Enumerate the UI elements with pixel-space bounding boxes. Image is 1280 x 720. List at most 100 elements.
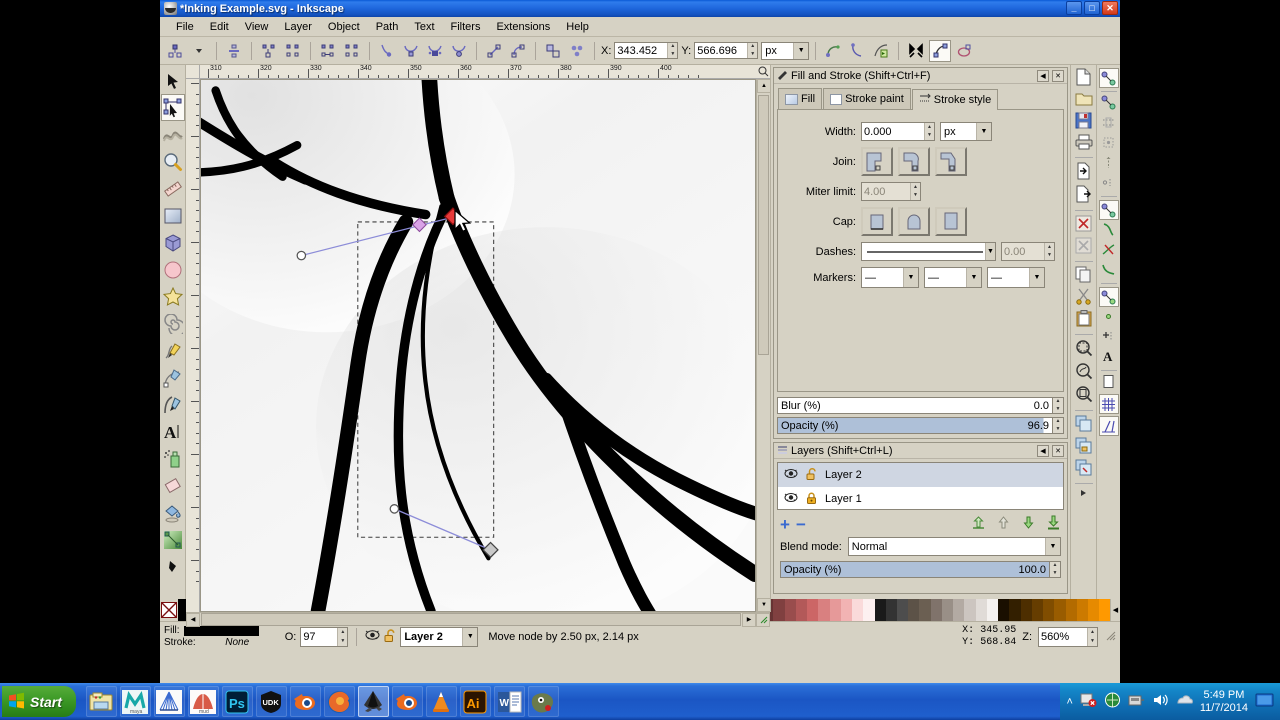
palette-swatch[interactable]: [852, 599, 863, 621]
object-to-path-icon[interactable]: [542, 40, 564, 62]
menu-filters[interactable]: Filters: [443, 19, 489, 35]
snap-rotation-center-icon[interactable]: [1101, 329, 1116, 347]
fill-color-swatch[interactable]: [184, 626, 259, 636]
measure-tool[interactable]: [161, 175, 185, 202]
show-desktop-icon[interactable]: [1255, 693, 1274, 711]
miter-limit-input[interactable]: [862, 183, 910, 200]
join-nodes-icon[interactable]: [282, 40, 304, 62]
dash-pattern-select[interactable]: ▼: [861, 242, 996, 261]
snap-guide-icon[interactable]: [1099, 416, 1119, 436]
eye-icon[interactable]: [784, 468, 798, 482]
start-button[interactable]: Start: [2, 686, 76, 717]
palette-swatch[interactable]: [964, 599, 975, 621]
unlock-icon[interactable]: [384, 629, 396, 645]
undo-icon[interactable]: [1075, 215, 1092, 235]
round-join-icon[interactable]: [898, 147, 930, 176]
no-color-swatch[interactable]: [160, 599, 178, 621]
update-icon[interactable]: [1176, 692, 1193, 711]
volume-icon[interactable]: [1152, 692, 1169, 711]
palette-swatch[interactable]: [886, 599, 897, 621]
taskbar-blender[interactable]: [290, 686, 321, 717]
zoom-page-icon[interactable]: [1075, 385, 1093, 406]
layer-opacity-slider[interactable]: Opacity (%) 100.0: [780, 561, 1050, 578]
lower-icon[interactable]: [1021, 515, 1036, 533]
palette-swatch[interactable]: [1066, 599, 1077, 621]
palette-swatch[interactable]: [773, 599, 784, 621]
unit-select[interactable]: px ▼: [761, 42, 809, 60]
add-layer-button[interactable]: +: [780, 516, 790, 533]
save-icon[interactable]: [1075, 112, 1092, 132]
palette-swatch[interactable]: [1099, 599, 1110, 621]
line-segment-icon[interactable]: [483, 40, 505, 62]
bezier-tool[interactable]: [161, 364, 185, 391]
cut-icon[interactable]: [1075, 288, 1092, 308]
marker-start-select[interactable]: — ▼: [861, 267, 919, 288]
dash-offset-input[interactable]: [1002, 243, 1044, 260]
menu-view[interactable]: View: [237, 19, 277, 35]
gradient-tool[interactable]: [161, 526, 185, 553]
taskbar-word[interactable]: W: [494, 686, 525, 717]
vertical-ruler[interactable]: [186, 79, 200, 612]
text-tool[interactable]: A: [161, 418, 185, 445]
palette-swatch[interactable]: [830, 599, 841, 621]
auto-node-icon[interactable]: [448, 40, 470, 62]
snap-bbox-edge-midpoint-icon[interactable]: [1101, 155, 1116, 173]
taskbar-illustrator[interactable]: Ai: [460, 686, 491, 717]
raise-to-top-icon[interactable]: [971, 515, 986, 533]
node-tool[interactable]: [161, 94, 185, 121]
calligraphy-tool[interactable]: [161, 391, 185, 418]
next-path-effect-icon[interactable]: [870, 40, 892, 62]
palette-swatch[interactable]: [976, 599, 987, 621]
blur-stepper[interactable]: ▲▼: [1053, 397, 1064, 414]
dash-offset-spinner[interactable]: ▲▼: [1001, 242, 1055, 261]
zoom-tool[interactable]: [161, 148, 185, 175]
lower-to-bottom-icon[interactable]: [1046, 515, 1061, 533]
maximize-button[interactable]: □: [1084, 1, 1100, 15]
zoom-input[interactable]: [1039, 628, 1087, 646]
new-document-icon[interactable]: [1075, 68, 1092, 89]
rectangle-tool[interactable]: [161, 202, 185, 229]
opacity-slider[interactable]: Opacity (%) 96.9: [777, 417, 1053, 434]
spiral-tool[interactable]: [161, 310, 185, 337]
current-layer-select[interactable]: Layer 2 ▼: [400, 627, 478, 647]
palette-swatch[interactable]: [1054, 599, 1065, 621]
taskbar-clock[interactable]: 5:49 PM 11/7/2014: [1200, 689, 1248, 715]
menu-help[interactable]: Help: [558, 19, 597, 35]
show-outline-icon[interactable]: [846, 40, 868, 62]
layer-opacity-stepper[interactable]: ▲▼: [1050, 561, 1061, 578]
scroll-left-button[interactable]: ◀: [186, 613, 200, 627]
zoom-spinner[interactable]: ▲▼: [1038, 627, 1098, 647]
stroke-to-path-icon[interactable]: [566, 40, 588, 62]
palette-swatch[interactable]: [987, 599, 998, 621]
snap-object-center-icon[interactable]: [1101, 309, 1116, 327]
insert-node-icon[interactable]: [164, 40, 186, 62]
symmetric-node-icon[interactable]: [424, 40, 446, 62]
more-commands-icon[interactable]: [1079, 488, 1089, 501]
minimize-button[interactable]: _: [1066, 1, 1082, 15]
eye-icon[interactable]: [365, 629, 380, 644]
marker-mid-select[interactable]: — ▼: [924, 267, 982, 288]
paintbucket-tool[interactable]: [161, 499, 185, 526]
delete-segment-icon[interactable]: [341, 40, 363, 62]
palette-swatch[interactable]: [908, 599, 919, 621]
clone-icon[interactable]: [1075, 437, 1092, 457]
palette-swatch[interactable]: [953, 599, 964, 621]
corner-node-icon[interactable]: [376, 40, 398, 62]
palette-swatch[interactable]: [1021, 599, 1032, 621]
join-segment-icon[interactable]: [317, 40, 339, 62]
close-icon[interactable]: ✕: [1052, 445, 1064, 457]
menu-path[interactable]: Path: [368, 19, 407, 35]
snap-bbox-corner-icon[interactable]: [1101, 135, 1116, 153]
taskbar-maya[interactable]: maya: [120, 686, 151, 717]
edit-path-effect-icon[interactable]: [953, 40, 975, 62]
bevel-join-icon[interactable]: [935, 147, 967, 176]
edit-mask-icon[interactable]: [929, 40, 951, 62]
palette-swatch[interactable]: [942, 599, 953, 621]
taskbar-windows-explorer[interactable]: [86, 686, 117, 717]
network-error-icon[interactable]: [1080, 692, 1097, 711]
delete-node-icon[interactable]: [223, 40, 245, 62]
x-spinner[interactable]: ▲▼: [614, 42, 678, 59]
close-icon[interactable]: ✕: [1052, 70, 1064, 82]
collapse-icon[interactable]: ◀: [1037, 70, 1049, 82]
palette-swatch[interactable]: [807, 599, 818, 621]
